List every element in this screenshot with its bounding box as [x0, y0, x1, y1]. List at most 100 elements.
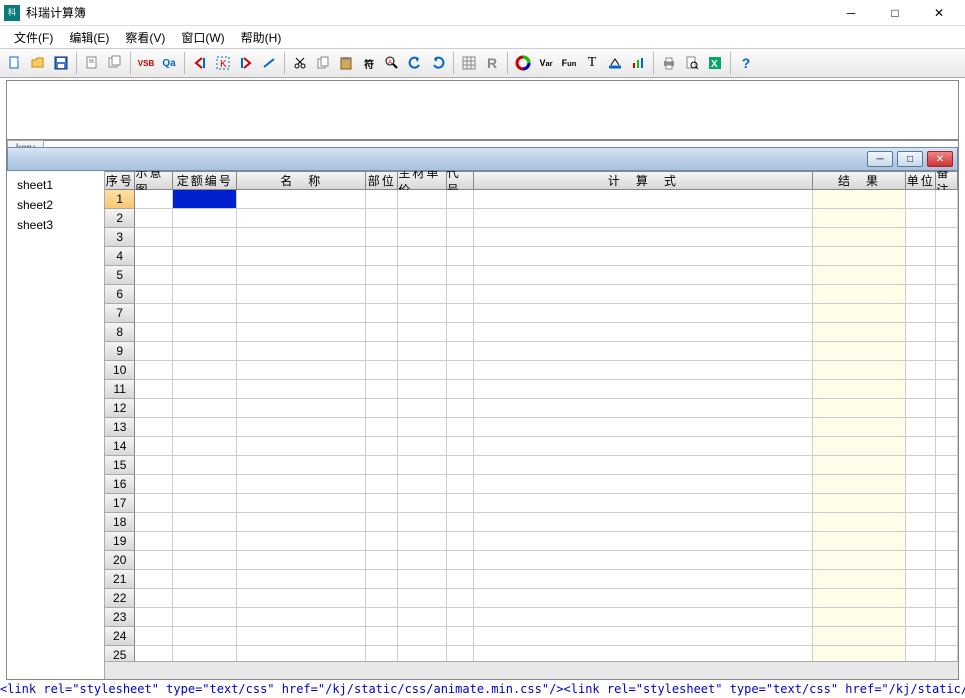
table-row[interactable]: 20 — [105, 551, 958, 570]
cell-name[interactable] — [237, 228, 366, 247]
table-row[interactable]: 14 — [105, 437, 958, 456]
cell-diagram[interactable] — [135, 399, 173, 418]
cell-unitprice[interactable] — [398, 589, 446, 608]
cell-unitprice[interactable] — [398, 437, 446, 456]
table-row[interactable]: 12 — [105, 399, 958, 418]
cell-quota[interactable] — [173, 247, 237, 266]
cell-unitprice[interactable] — [398, 418, 446, 437]
cell-diagram[interactable] — [135, 361, 173, 380]
cell-result[interactable] — [813, 209, 906, 228]
cell-diagram[interactable] — [135, 323, 173, 342]
cell-diagram[interactable] — [135, 475, 173, 494]
cell-code[interactable] — [447, 513, 474, 532]
cell-result[interactable] — [813, 418, 906, 437]
cell-formula[interactable] — [474, 190, 813, 209]
cell-unit[interactable] — [906, 475, 936, 494]
row-header[interactable]: 7 — [105, 304, 135, 323]
cell-remark[interactable] — [936, 266, 958, 285]
cell-unit[interactable] — [906, 646, 936, 661]
col-header-part[interactable]: 部位 — [366, 171, 398, 189]
cell-quota[interactable] — [173, 361, 237, 380]
save-icon[interactable] — [50, 52, 72, 74]
cell-remark[interactable] — [936, 247, 958, 266]
cell-formula[interactable] — [474, 380, 813, 399]
cell-code[interactable] — [447, 342, 474, 361]
row-header[interactable]: 11 — [105, 380, 135, 399]
col-header-remark[interactable]: 备注 — [936, 171, 958, 189]
cell-unit[interactable] — [906, 532, 936, 551]
cell-part[interactable] — [366, 342, 398, 361]
new-icon[interactable] — [4, 52, 26, 74]
cell-part[interactable] — [366, 285, 398, 304]
table-row[interactable]: 19 — [105, 532, 958, 551]
doc1-icon[interactable] — [81, 52, 103, 74]
cell-result[interactable] — [813, 228, 906, 247]
cell-unit[interactable] — [906, 304, 936, 323]
table-row[interactable]: 23 — [105, 608, 958, 627]
cell-code[interactable] — [447, 228, 474, 247]
table-row[interactable]: 1 — [105, 190, 958, 209]
arrow-right-icon[interactable] — [235, 52, 257, 74]
cell-formula[interactable] — [474, 209, 813, 228]
col-header-quota[interactable]: 定额编号 — [173, 171, 237, 189]
table-row[interactable]: 15 — [105, 456, 958, 475]
cell-remark[interactable] — [936, 456, 958, 475]
cell-diagram[interactable] — [135, 247, 173, 266]
cell-unit[interactable] — [906, 627, 936, 646]
open-icon[interactable] — [27, 52, 49, 74]
copy-icon[interactable] — [312, 52, 334, 74]
grid[interactable]: 序号示意图定额编号名 称部位主材单价代号计 算 式结 果单位备注 1234567… — [105, 171, 958, 679]
cell-formula[interactable] — [474, 247, 813, 266]
row-header[interactable]: 22 — [105, 589, 135, 608]
cell-part[interactable] — [366, 551, 398, 570]
doc2-icon[interactable] — [104, 52, 126, 74]
cell-unitprice[interactable] — [398, 570, 446, 589]
cell-part[interactable] — [366, 570, 398, 589]
row-header[interactable]: 3 — [105, 228, 135, 247]
table-row[interactable]: 4 — [105, 247, 958, 266]
cell-formula[interactable] — [474, 646, 813, 661]
cell-unitprice[interactable] — [398, 342, 446, 361]
redo-icon[interactable] — [427, 52, 449, 74]
cell-name[interactable] — [237, 304, 366, 323]
cell-diagram[interactable] — [135, 532, 173, 551]
cut-icon[interactable] — [289, 52, 311, 74]
cell-quota[interactable] — [173, 589, 237, 608]
cell-diagram[interactable] — [135, 342, 173, 361]
close-button[interactable]: ✕ — [917, 2, 961, 24]
cell-result[interactable] — [813, 342, 906, 361]
cell-diagram[interactable] — [135, 608, 173, 627]
print-icon[interactable] — [658, 52, 680, 74]
cell-result[interactable] — [813, 570, 906, 589]
sheet-item-3[interactable]: sheet3 — [7, 215, 104, 235]
table-row[interactable]: 24 — [105, 627, 958, 646]
table-row[interactable]: 17 — [105, 494, 958, 513]
cell-remark[interactable] — [936, 190, 958, 209]
cell-formula[interactable] — [474, 551, 813, 570]
col-header-result[interactable]: 结 果 — [813, 171, 906, 189]
col-header-diagram[interactable]: 示意图 — [135, 171, 173, 189]
row-header[interactable]: 21 — [105, 570, 135, 589]
cell-code[interactable] — [447, 361, 474, 380]
cell-formula[interactable] — [474, 570, 813, 589]
cell-quota[interactable] — [173, 551, 237, 570]
row-header[interactable]: 17 — [105, 494, 135, 513]
cell-formula[interactable] — [474, 228, 813, 247]
cell-result[interactable] — [813, 399, 906, 418]
table-row[interactable]: 13 — [105, 418, 958, 437]
cell-formula[interactable] — [474, 513, 813, 532]
cell-quota[interactable] — [173, 513, 237, 532]
cell-name[interactable] — [237, 627, 366, 646]
cell-unit[interactable] — [906, 228, 936, 247]
cell-quota[interactable] — [173, 304, 237, 323]
cell-quota[interactable] — [173, 399, 237, 418]
table-row[interactable]: 18 — [105, 513, 958, 532]
cell-unitprice[interactable] — [398, 399, 446, 418]
sheet-item-2[interactable]: sheet2 — [7, 195, 104, 215]
cell-name[interactable] — [237, 551, 366, 570]
cell-unit[interactable] — [906, 266, 936, 285]
cell-code[interactable] — [447, 323, 474, 342]
cell-unit[interactable] — [906, 589, 936, 608]
cell-result[interactable] — [813, 475, 906, 494]
row-header[interactable]: 23 — [105, 608, 135, 627]
